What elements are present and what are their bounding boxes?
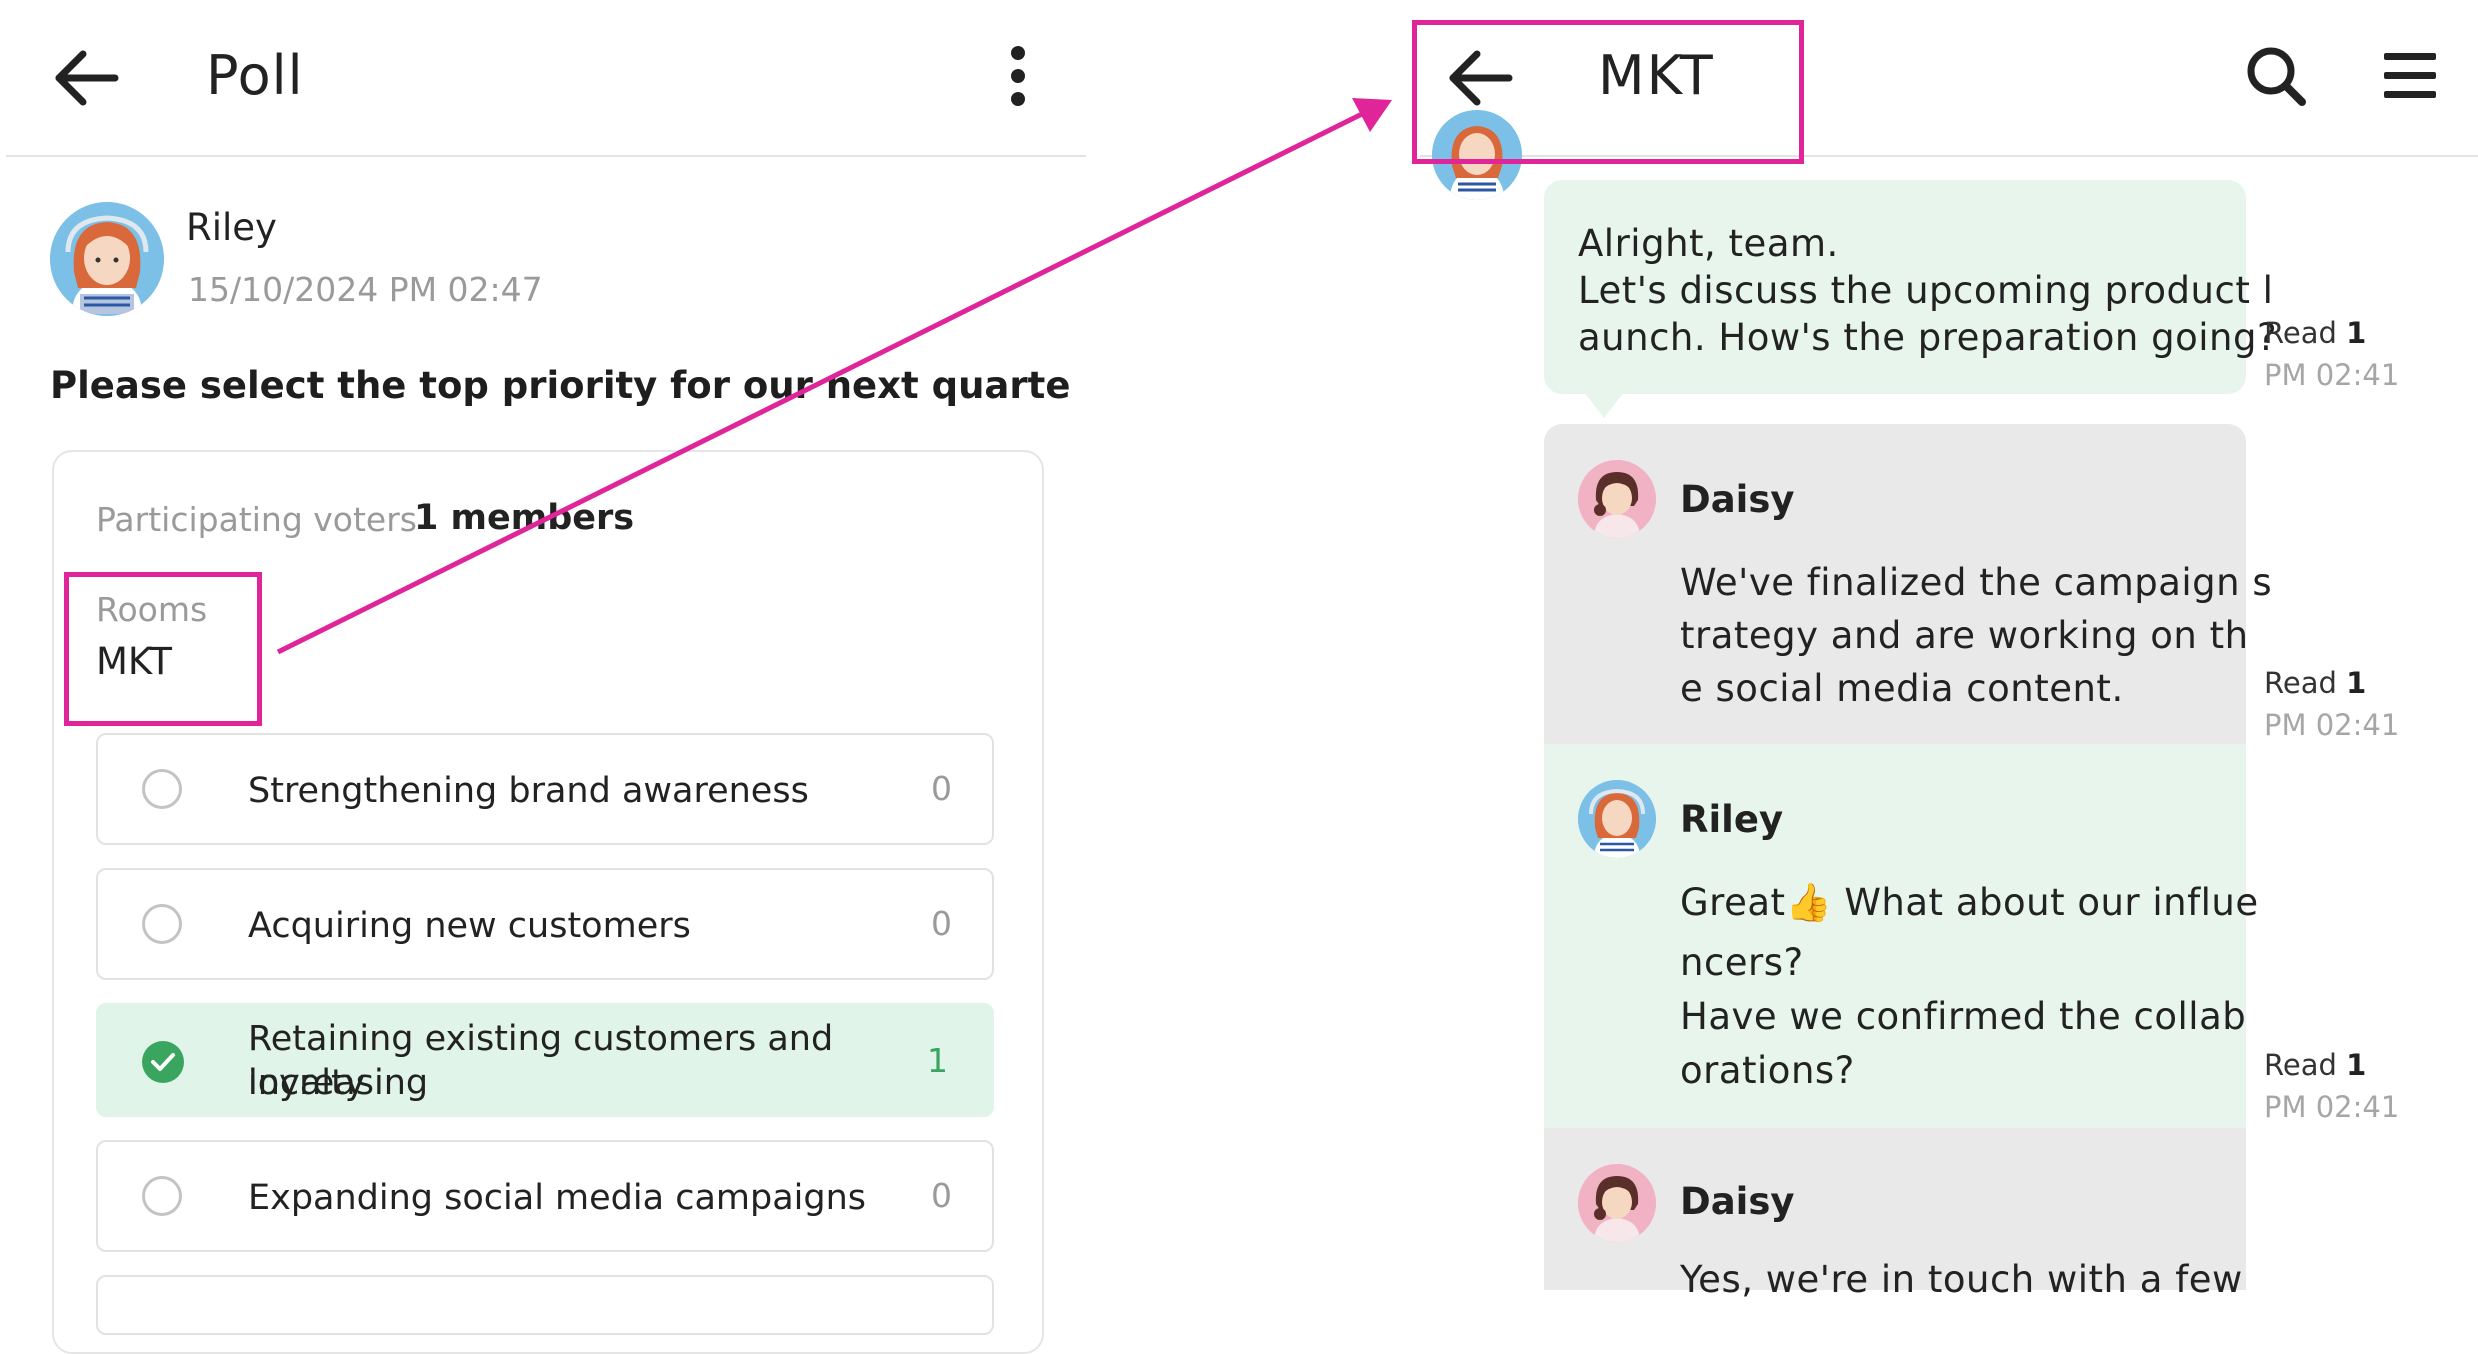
- annotation-arrow: [276, 98, 1392, 655]
